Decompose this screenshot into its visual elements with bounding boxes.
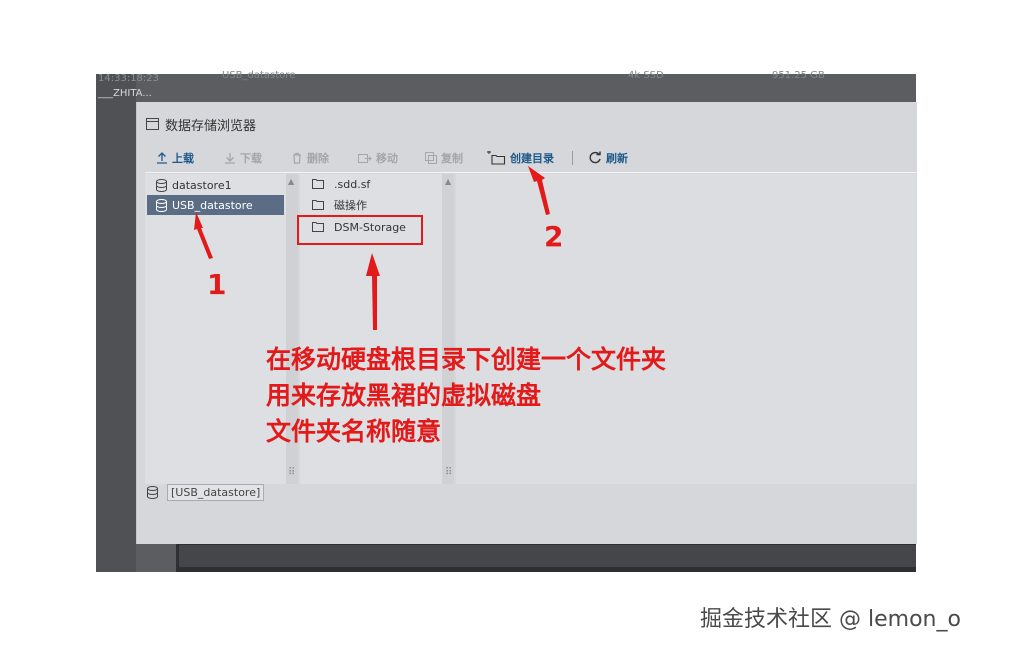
arrow-1 [194,212,213,259]
annotation-note-line-3: 文件夹名称随意 [266,417,442,446]
annotation-note-line-2: 用来存放黑裙的虚拟磁盘 [266,381,542,410]
arrow-2 [528,166,550,215]
arrow-3 [366,253,380,330]
annotation-number-2: 2 [544,220,564,253]
watermark: 掘金技术社区 @ lemon_o [700,607,961,632]
annotation-note-line-1: 在移动硬盘根目录下创建一个文件夹 [266,345,667,374]
annotation-number-1: 1 [207,268,227,301]
annotation-arrows [194,166,550,330]
